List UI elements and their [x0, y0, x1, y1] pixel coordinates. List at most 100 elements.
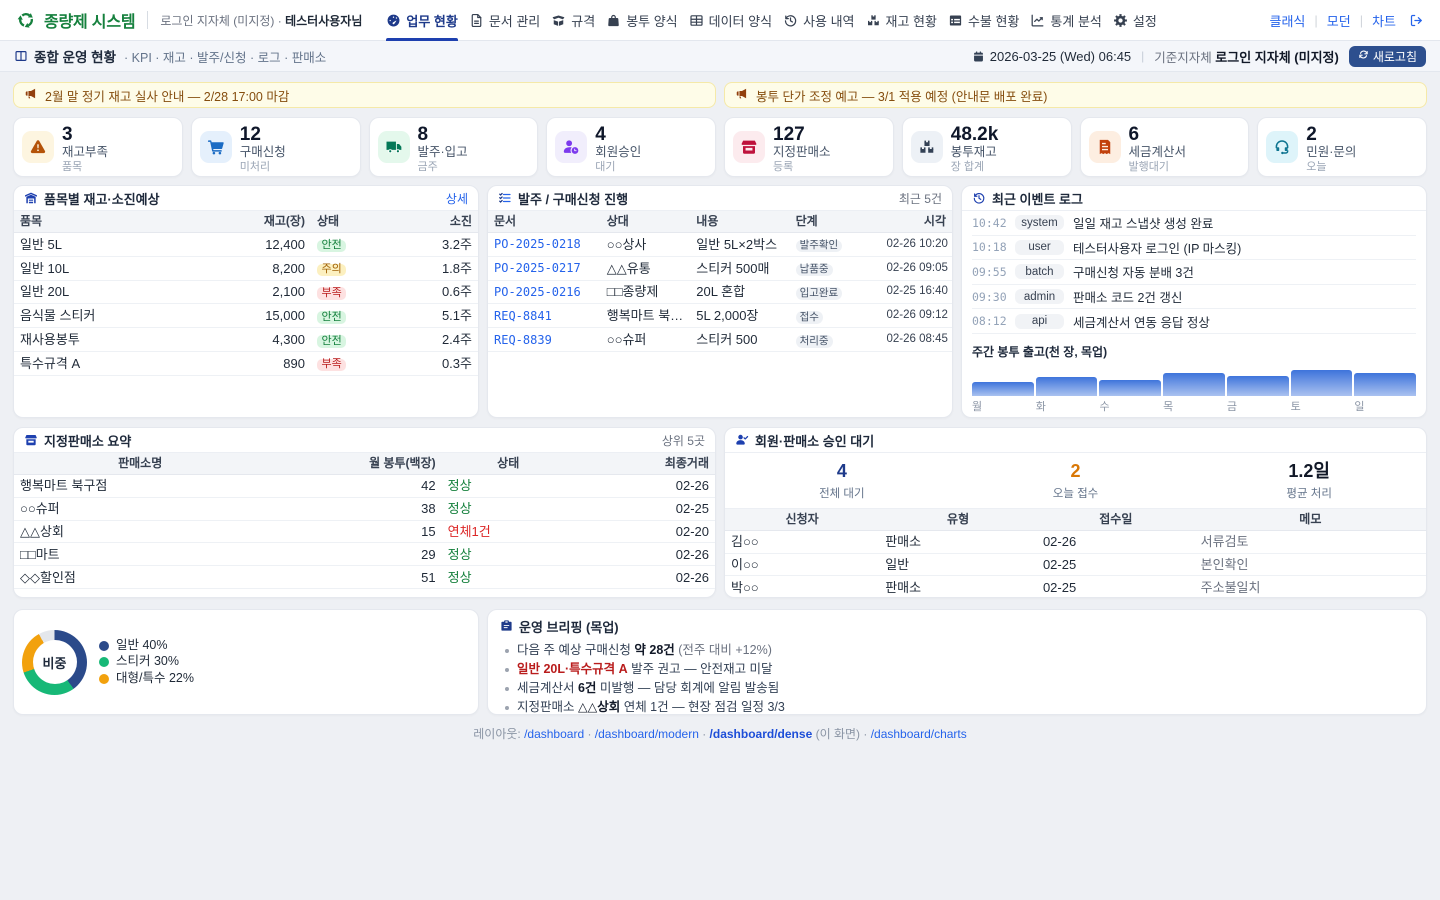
- status-cell: 정상: [442, 566, 575, 589]
- stage-pill: 처리중: [796, 335, 833, 348]
- announcement: 봉투 단가 조정 예고 — 3/1 적용 예정 (안내문 배포 완료): [724, 82, 1427, 108]
- event-log-list: 10:42system일일 재고 스냅샷 생성 완료10:18user테스터사용…: [962, 211, 1426, 334]
- nav-item[interactable]: 봉투 양식: [606, 0, 677, 41]
- log-message: 세금계산서 연동 응답 정상: [1073, 312, 1210, 331]
- log-time: 08:12: [972, 314, 1006, 328]
- bar-label: 토: [1291, 396, 1353, 414]
- kpi-sublabel: 등록: [773, 161, 831, 173]
- bar-column: [1036, 370, 1098, 396]
- chart-title: 주간 봉투 출고(천 장, 목업): [962, 334, 1426, 360]
- bag-icon: [606, 13, 621, 28]
- column-header: 재고(장): [200, 211, 311, 233]
- legend-item: 스티커 30%: [99, 655, 194, 669]
- nav-item[interactable]: 규격: [551, 0, 595, 41]
- divider: |: [1141, 49, 1144, 63]
- doc-cell: PO-2025-0218: [488, 233, 601, 257]
- bar: [1099, 380, 1161, 396]
- donut-center-label: 비중: [43, 653, 67, 672]
- detail-link[interactable]: 상세: [446, 190, 468, 207]
- nav-item-label: 설정: [1133, 11, 1157, 30]
- log-time: 09:30: [972, 290, 1006, 304]
- panel-note: 최근 5건: [899, 190, 942, 207]
- applicant-name: 김○○: [725, 530, 879, 553]
- column-header: 소진: [399, 211, 478, 233]
- calendar-icon: [972, 50, 985, 63]
- mode-link[interactable]: 모던: [1327, 11, 1351, 30]
- kpi-sublabel: 장 합계: [951, 161, 999, 173]
- nav-item[interactable]: 업무 현황: [386, 0, 457, 41]
- orders-panel: 발주 / 구매신청 진행 최근 5건 문서상대내용단계시각PO-2025-021…: [487, 185, 953, 418]
- bar: [1291, 370, 1353, 396]
- layout-link[interactable]: /dashboard: [524, 727, 584, 741]
- kpi-value: 12: [240, 125, 286, 144]
- approval-stat: 2오늘 접수: [959, 462, 1193, 501]
- nav-item[interactable]: 사용 내역: [783, 0, 854, 41]
- weeks-left: 2.4주: [399, 328, 478, 352]
- logout-icon[interactable]: [1409, 13, 1424, 28]
- log-time: 09:55: [972, 265, 1006, 279]
- item-name: 일반 5L: [14, 233, 200, 257]
- doc-link[interactable]: PO-2025-0218: [494, 237, 581, 251]
- doc-link[interactable]: REQ-8839: [494, 333, 552, 347]
- stat-value: 2: [959, 462, 1193, 482]
- received-date: 02-25: [1037, 553, 1195, 576]
- refresh-button[interactable]: 새로고침: [1349, 46, 1426, 67]
- table-row: PO-2025-0217△△유통스티커 500매납품중02-26 09:05: [488, 256, 952, 280]
- nav-item[interactable]: 데이터 양식: [689, 0, 772, 41]
- top-right-links: 클래식|모던|차트: [1269, 11, 1424, 30]
- seller-name: △△상회: [14, 520, 266, 543]
- nav-item[interactable]: 문서 관리: [469, 0, 540, 41]
- order-time: 02-26 10:20: [881, 233, 952, 257]
- order-desc: 스티커 500매: [690, 256, 789, 280]
- announcement: 2월 말 정기 재고 실사 안내 — 2/28 17:00 마감: [13, 82, 716, 108]
- stage-pill: 접수: [796, 311, 823, 324]
- column-header: 단계: [790, 211, 881, 233]
- log-message: 테스터사용자 로그인 (IP 마스킹): [1073, 238, 1241, 257]
- nav-item[interactable]: 수불 현황: [948, 0, 1019, 41]
- megaphone-icon: [735, 87, 748, 103]
- order-time: 02-26 09:05: [881, 256, 952, 280]
- legend-item: 일반 40%: [99, 639, 194, 653]
- applicant-type: 판매소: [879, 530, 1037, 553]
- monthly-bags: 38: [266, 497, 441, 520]
- mode-link[interactable]: 차트: [1372, 11, 1396, 30]
- memo-text: 주소불일치: [1201, 580, 1261, 595]
- log-row: 09:30admin판매소 코드 2건 갱신: [972, 285, 1416, 310]
- clipboard-icon: [500, 619, 513, 635]
- doc-link[interactable]: PO-2025-0216: [494, 285, 581, 299]
- kpi-value: 6: [1129, 125, 1187, 144]
- doc-link[interactable]: REQ-8841: [494, 309, 552, 323]
- list-check-icon: [498, 191, 512, 205]
- kpi-value: 4: [595, 125, 641, 144]
- table-list-icon: [948, 13, 963, 28]
- item-name: 일반 10L: [14, 256, 200, 280]
- layout-link[interactable]: /dashboard/modern: [595, 727, 699, 741]
- nav-item[interactable]: 재고 현황: [866, 0, 937, 41]
- layout-link[interactable]: /dashboard/charts: [871, 727, 967, 741]
- seller-status: 정상: [448, 570, 472, 585]
- log-time: 10:42: [972, 216, 1006, 230]
- sellers-table: 판매소명월 봉투(백장)상태최종거래행복마트 북구점42정상02-26○○슈퍼3…: [14, 453, 715, 589]
- bar-column: [1354, 370, 1416, 396]
- nav-item[interactable]: 설정: [1113, 0, 1157, 41]
- party-name: 행복마트 북…: [601, 304, 691, 328]
- table-row: REQ-8841행복마트 북…5L 2,000장접수02-26 09:12: [488, 304, 952, 328]
- monthly-bags: 15: [266, 520, 441, 543]
- panel-note: 상위 5곳: [662, 432, 705, 449]
- applicant-name: 이○○: [725, 553, 879, 576]
- bar-column: [1163, 370, 1225, 396]
- layout-link[interactable]: /dashboard/dense: [710, 727, 813, 741]
- briefing-list: 다음 주 예상 구매신청 약 28건 (전주 대비 +12%)일반 20L·특수…: [500, 641, 1414, 715]
- party-name: □□종량제: [601, 280, 691, 304]
- nav-item-label: 수불 현황: [968, 11, 1019, 30]
- history-icon: [783, 13, 798, 28]
- table-row: 이○○일반02-25본인확인: [725, 553, 1426, 576]
- memo-text: 서류검토: [1201, 534, 1249, 549]
- mode-link[interactable]: 클래식: [1269, 11, 1305, 30]
- panel-title: 발주 / 구매신청 진행: [518, 189, 628, 208]
- doc-link[interactable]: PO-2025-0217: [494, 261, 581, 275]
- bar: [1163, 373, 1225, 396]
- kpi-card: 2민원·문의오늘: [1257, 117, 1427, 177]
- nav-item[interactable]: 통계 분석: [1030, 0, 1101, 41]
- log-tag: user: [1015, 240, 1064, 255]
